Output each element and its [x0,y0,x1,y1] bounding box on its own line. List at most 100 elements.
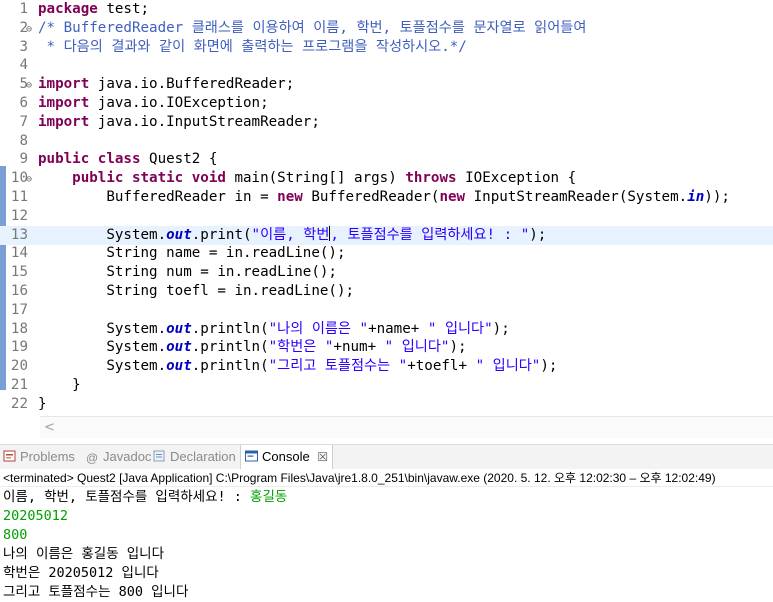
line-number: 9 [19,151,28,168]
scroll-left-arrow-icon[interactable]: < [44,420,55,435]
code-token: java.io.IOException; [97,95,269,111]
code-line[interactable]: 9 public class Quest2 { [0,150,773,169]
code-line[interactable]: 4 [0,56,773,75]
tab-javadoc-label: Javadoc [103,449,152,464]
code-line[interactable]: 13 System.out.print("이름, 학번, 토플점수를 입력하세요… [0,225,773,245]
code-token: .println( [191,320,269,337]
code-token: java.io.BufferedReader; [97,76,295,93]
code-line[interactable]: 6 import java.io.IOException; [0,94,773,113]
code-text: * 다음의 결과와 같이 화면에 출력하는 프로그램을 작성하시오.*/ [38,39,467,55]
console-input-name: 홍길동 [250,489,288,505]
keyword-token: public class [38,151,150,168]
line-number: 8 [19,132,28,149]
field-token: out [166,339,192,356]
code-text: System.out.println("나의 이름은 "+name+ " 입니다… [38,320,509,337]
code-text: System.out.println("학번은 "+num+ " 입니다"); [38,339,466,356]
tab-declaration[interactable]: Declaration [153,445,236,469]
code-line[interactable]: 8 [0,132,773,151]
code-line[interactable]: 3 * 다음의 결과와 같이 화면에 출력하는 프로그램을 작성하시오.*/ [0,38,773,57]
tab-javadoc[interactable]: @ Javadoc [86,445,151,469]
code-line[interactable]: 16 String toefl = in.readLine(); [0,282,773,301]
comment-token: * 다음의 결과와 같이 화면에 출력하는 프로그램을 작성하시오.*/ [38,38,467,55]
field-token: in [687,189,705,205]
tab-declaration-label: Declaration [170,449,236,464]
code-line[interactable]: 18 System.out.println("나의 이름은 "+name+ " … [0,320,773,339]
string-token: "이름, 학번 [251,226,330,243]
code-token: +num+ [333,339,385,356]
line-number: 13 [10,226,28,243]
comment-token: /* BufferedReader 클래스를 이용하여 이름, 학번, 토플점수… [38,19,587,36]
field-token: out [166,320,192,337]
close-tab-icon[interactable]: ☒ [317,450,328,464]
code-line[interactable]: 20 System.out.println("그리고 토플점수는 "+toefl… [0,357,773,376]
code-line[interactable]: 7 import java.io.InputStreamReader; [0,113,773,132]
code-line[interactable]: 15 String num = in.readLine(); [0,263,773,282]
code-text: System.out.print("이름, 학번, 토플점수를 입력하세요! :… [38,225,547,243]
code-token: String name = in.readLine(); [38,245,346,262]
code-text: public static void main(String[] args) t… [38,170,576,186]
code-text: package test; [38,1,149,17]
code-token: ); [529,226,547,243]
tab-problems[interactable]: Problems [3,445,75,469]
code-line[interactable]: 21 } [0,376,773,395]
line-number: 22 [10,395,28,412]
line-number: 20 [10,358,28,375]
code-token: .println( [191,339,269,356]
code-token: java.io.InputStreamReader; [97,113,320,130]
code-line[interactable]: 12 [0,207,773,226]
fold-toggle-icon[interactable]: ⊖ [26,170,34,189]
line-number: 11 [10,189,28,205]
keyword-token: import [38,113,98,130]
code-editor[interactable]: 1 package test; 2⊖/* BufferedReader 클래스를 이… [0,0,773,440]
keyword-token: import [38,76,98,93]
code-line[interactable]: 5⊖ import java.io.BufferedReader; [0,75,773,94]
code-text: System.out.println("그리고 토플점수는 "+toefl+ "… [38,358,557,374]
code-text: /* BufferedReader 클래스를 이용하여 이름, 학번, 토플점수… [38,20,586,36]
console-output-line: 학번은 20205012 입니다 [3,565,159,581]
keyword-token: public static void [72,170,235,187]
code-token: .print( [191,226,252,243]
code-text: import java.io.BufferedReader; [38,76,294,92]
line-number: 12 [10,207,28,224]
code-line[interactable]: 19 System.out.println("학번은 "+num+ " 입니다"… [0,338,773,357]
code-token: BufferedReader in = [38,189,278,205]
line-number: 21 [10,377,28,393]
javadoc-icon: @ [86,451,99,465]
string-token: "그리고 토플점수는 " [268,358,408,375]
keyword-token: new [439,189,474,205]
console-icon [245,450,258,462]
line-number: 17 [10,301,28,318]
code-token: .println( [191,358,269,375]
line-number: 7 [19,113,28,130]
string-token: " 입니다" [384,339,450,356]
code-line[interactable]: 14 String name = in.readLine(); [0,244,773,263]
code-line[interactable]: 17 [0,301,773,320]
code-line[interactable]: 10⊖ public static void main(String[] arg… [0,169,773,188]
keyword-token: new [277,189,312,205]
tab-console[interactable]: Console ☒ [240,445,334,469]
code-token: String toefl = in.readLine(); [38,283,355,299]
code-token: System. [38,339,167,356]
console-input-toefl: 800 [3,527,28,543]
field-token: out [166,226,192,243]
code-line[interactable]: 22} [0,395,773,414]
console-prompt-line: 이름, 학번, 토플점수를 입력하세요! : 홍길동 [3,488,287,507]
line-number: 16 [10,283,28,299]
code-text: import java.io.InputStreamReader; [38,114,320,130]
field-token: out [166,358,192,375]
console-input-num: 20205012 [3,508,69,524]
code-line[interactable]: 1 package test; [0,0,773,19]
tab-problems-label: Problems [20,449,75,464]
fold-toggle-icon[interactable]: ⊖ [26,20,34,39]
code-text: } [38,396,47,412]
code-line[interactable]: 11 BufferedReader in = new BufferedReade… [0,188,773,207]
code-token: +name+ [368,320,428,337]
code-token: ); [540,358,558,375]
problems-icon [3,450,16,462]
line-number: 1 [19,1,28,17]
horizontal-scrollbar[interactable]: < [40,416,773,438]
line-number: 18 [10,320,28,337]
code-line[interactable]: 2⊖/* BufferedReader 클래스를 이용하여 이름, 학번, 토플… [0,19,773,38]
fold-toggle-icon[interactable]: ⊖ [26,76,34,95]
